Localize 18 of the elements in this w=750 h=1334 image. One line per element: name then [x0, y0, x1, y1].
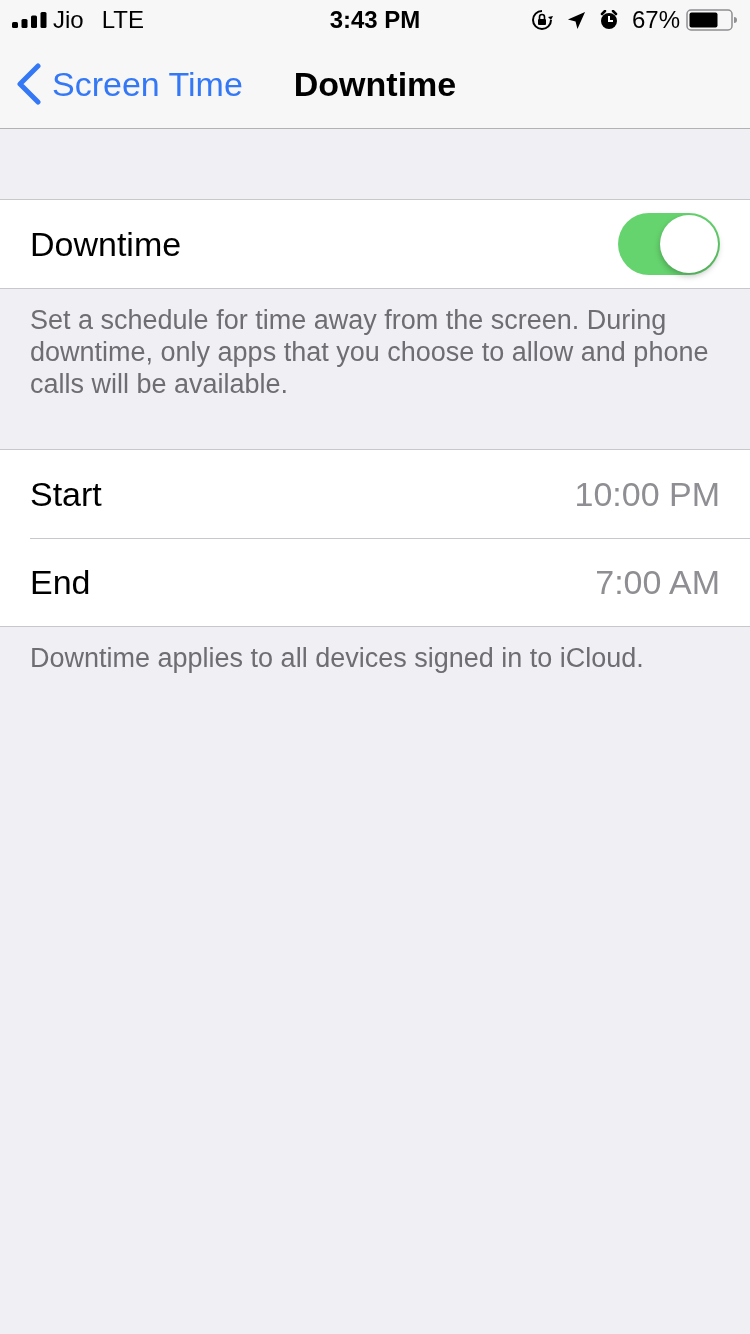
battery-percent: 67%	[631, 8, 680, 32]
network-type: LTE	[101, 8, 144, 32]
carrier-name: Jio	[53, 8, 84, 32]
back-button[interactable]: Screen Time	[0, 54, 247, 114]
section-footer: Downtime applies to all devices signed in to iCloud.	[0, 627, 750, 674]
toggle-switch[interactable]	[618, 213, 720, 275]
status-time: 3:43 PM	[329, 8, 421, 32]
time-row[interactable]: Start 10:00 PM	[0, 450, 750, 538]
rotation-lock-icon	[530, 9, 553, 31]
battery-icon	[686, 9, 738, 31]
section-footer: Set a schedule for time away from the screen. During downtime, only apps that you choose to allow and phone calls will be available.	[0, 289, 750, 449]
back-chevron-icon[interactable]	[16, 63, 42, 105]
page-title: Downtime	[293, 67, 457, 101]
alarm-clock-icon	[598, 10, 619, 30]
signal-icon	[12, 12, 47, 28]
time-row[interactable]: End 7:00 AM	[0, 538, 750, 626]
setting-label: Downtime	[30, 227, 183, 261]
location-arrow-icon	[566, 10, 586, 30]
